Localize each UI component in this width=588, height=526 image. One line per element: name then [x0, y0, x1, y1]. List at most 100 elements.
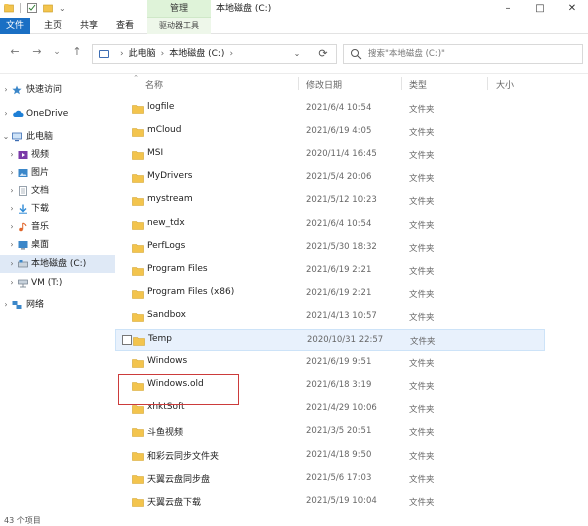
- file-name: Program Files (x86): [147, 286, 235, 297]
- file-date: 2021/6/4 10:54: [306, 103, 372, 113]
- column-divider[interactable]: [487, 77, 488, 90]
- search-icon: [351, 49, 362, 60]
- new-folder-icon[interactable]: [43, 3, 53, 13]
- collapse-chevron-icon[interactable]: ⌄: [2, 128, 10, 146]
- recent-locations-button[interactable]: ⌄: [50, 45, 64, 59]
- nav-local-disk-c[interactable]: › 本地磁盘 (C:): [0, 255, 115, 273]
- column-headers: ⌃ 名称 修改日期 类型 大小: [115, 74, 588, 94]
- nav-quick-access[interactable]: › 快速访问: [0, 81, 115, 99]
- tab-home[interactable]: 主页: [40, 18, 66, 34]
- nav-desktop[interactable]: › 桌面: [0, 236, 115, 254]
- forward-button[interactable]: →: [30, 45, 44, 59]
- address-dropdown-icon[interactable]: ⌄: [290, 44, 304, 64]
- table-row[interactable]: 斗鱼视频 2021/3/5 20:51 文件夹: [115, 421, 545, 443]
- nav-label: 快速访问: [26, 85, 63, 95]
- nav-vm-t[interactable]: › VM (T:): [0, 274, 115, 292]
- ribbon-tabs: 文件 主页 共享 查看 驱动器工具: [0, 18, 588, 34]
- up-button[interactable]: ↑: [70, 45, 84, 59]
- expand-chevron-icon[interactable]: ›: [8, 255, 16, 273]
- table-row[interactable]: new_tdx 2021/6/4 10:54 文件夹: [115, 214, 545, 236]
- folder-icon: [132, 405, 144, 415]
- refresh-button[interactable]: ⟳: [314, 44, 332, 64]
- minimize-button[interactable]: –: [492, 0, 524, 18]
- table-row[interactable]: Windows 2021/6/19 9:51 文件夹: [115, 352, 545, 374]
- expand-chevron-icon[interactable]: ›: [8, 236, 16, 254]
- folder-icon: [132, 313, 144, 322]
- file-name: new_tdx: [147, 217, 185, 228]
- nav-documents[interactable]: › 文档: [0, 182, 115, 200]
- folder-icon: [132, 243, 144, 253]
- file-name: 斗鱼视频: [147, 428, 184, 439]
- music-icon: [19, 222, 27, 232]
- expand-chevron-icon[interactable]: ›: [8, 182, 16, 200]
- search-box[interactable]: [343, 44, 583, 64]
- column-divider[interactable]: [401, 77, 402, 90]
- nav-pictures[interactable]: › 图片: [0, 164, 115, 182]
- computer-icon: [99, 50, 109, 58]
- table-row[interactable]: MyDrivers 2021/5/4 20:06 文件夹: [115, 167, 545, 189]
- tab-view[interactable]: 查看: [112, 18, 138, 34]
- file-name: MyDrivers: [147, 171, 193, 182]
- nav-label: 图片: [31, 168, 50, 178]
- search-input[interactable]: [368, 47, 568, 61]
- file-date: 2021/6/19 2:21: [306, 287, 372, 298]
- table-row[interactable]: Program Files (x86) 2021/6/19 2:21 文件夹: [115, 283, 545, 305]
- breadcrumb-this-pc[interactable]: 此电脑: [129, 49, 156, 59]
- expand-chevron-icon[interactable]: ›: [8, 200, 16, 218]
- table-row[interactable]: MSI 2020/11/4 16:45 文件夹: [115, 144, 545, 166]
- file-name: Sandbox: [147, 309, 186, 320]
- column-header-date[interactable]: 修改日期: [306, 78, 342, 91]
- maximize-button[interactable]: □: [524, 0, 556, 18]
- table-row[interactable]: 天翼云盘下载 2021/5/19 10:04 文件夹: [115, 491, 545, 513]
- nav-network[interactable]: › 网络: [0, 296, 115, 314]
- file-type: 文件夹: [409, 243, 435, 254]
- column-header-size[interactable]: 大小: [496, 78, 514, 91]
- properties-icon[interactable]: [27, 3, 37, 13]
- table-row[interactable]: logfile 2021/6/4 10:54 文件夹: [115, 98, 545, 120]
- expand-chevron-icon[interactable]: ›: [8, 218, 16, 236]
- table-row[interactable]: mystream 2021/5/12 10:23 文件夹: [115, 190, 545, 212]
- column-header-name[interactable]: 名称: [145, 78, 163, 91]
- file-date: 2021/5/6 17:03: [306, 472, 372, 483]
- breadcrumb-separator: ›: [160, 49, 165, 59]
- close-button[interactable]: ✕: [556, 0, 588, 18]
- column-divider[interactable]: [298, 77, 299, 90]
- expand-chevron-icon[interactable]: ›: [2, 105, 10, 123]
- table-row[interactable]: 天翼云盘同步盘 2021/5/6 17:03 文件夹: [115, 468, 545, 490]
- folder-icon: [132, 428, 144, 438]
- nav-music[interactable]: › 音乐: [0, 218, 115, 236]
- nav-this-pc[interactable]: ⌄ 此电脑: [0, 128, 115, 146]
- table-row[interactable]: Program Files 2021/6/19 2:21 文件夹: [115, 260, 545, 282]
- expand-chevron-icon[interactable]: ›: [8, 146, 16, 164]
- column-header-type[interactable]: 类型: [409, 78, 427, 91]
- file-date: 2021/4/13 10:57: [306, 310, 377, 321]
- table-row[interactable]: mCloud 2021/6/19 4:05 文件夹: [115, 121, 545, 143]
- nav-onedrive[interactable]: › OneDrive: [0, 105, 115, 123]
- expand-chevron-icon[interactable]: ›: [2, 296, 10, 314]
- table-row[interactable]: Temp 2020/10/31 22:57 文件夹: [115, 329, 545, 351]
- expand-chevron-icon[interactable]: ›: [2, 81, 10, 99]
- customize-toolbar-icon[interactable]: ⌄: [59, 4, 66, 13]
- file-name: MSI: [147, 148, 164, 159]
- expand-chevron-icon[interactable]: ›: [8, 164, 16, 182]
- tab-drive-tools[interactable]: 驱动器工具: [147, 18, 211, 34]
- tab-share[interactable]: 共享: [76, 18, 102, 34]
- nav-downloads[interactable]: › 下载: [0, 200, 115, 218]
- file-name: Windows: [147, 356, 188, 367]
- table-row[interactable]: 和彩云同步文件夹 2021/4/18 9:50 文件夹: [115, 445, 545, 467]
- breadcrumb-local-disk[interactable]: 本地磁盘 (C:): [169, 49, 224, 59]
- back-button[interactable]: ←: [8, 45, 22, 59]
- navigation-bar: ← → ⌄ ↑ › 此电脑 › 本地磁盘 (C:) › ⌄ ⟳: [0, 34, 588, 74]
- table-row[interactable]: Sandbox 2021/4/13 10:57 文件夹: [115, 306, 545, 328]
- file-name: Program Files: [147, 263, 208, 274]
- nav-label: OneDrive: [26, 109, 69, 119]
- folder-icon: [132, 220, 144, 230]
- expand-chevron-icon[interactable]: ›: [8, 274, 16, 292]
- row-checkbox[interactable]: [122, 335, 132, 345]
- nav-label: 本地磁盘 (C:): [31, 259, 87, 269]
- tab-file[interactable]: 文件: [0, 18, 30, 34]
- table-row[interactable]: PerfLogs 2021/5/30 18:32 文件夹: [115, 237, 545, 259]
- breadcrumb: › 此电脑 › 本地磁盘 (C:) ›: [115, 45, 238, 63]
- nav-videos[interactable]: › 视频: [0, 146, 115, 164]
- nav-label: 此电脑: [26, 132, 54, 142]
